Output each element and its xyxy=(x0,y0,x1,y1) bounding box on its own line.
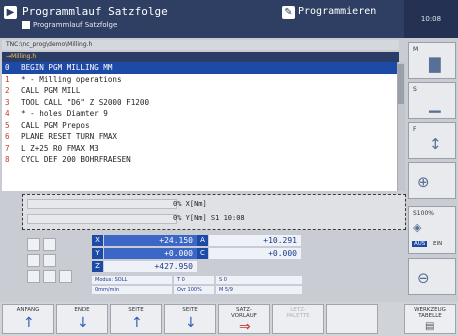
window-title: Programmlauf Satzfolge xyxy=(22,5,168,18)
arrow-down-icon: ↓ xyxy=(77,315,89,331)
override-icon: ◈ xyxy=(413,221,422,234)
aus-label: AUS xyxy=(412,241,428,247)
small-button[interactable] xyxy=(59,270,72,283)
program-listing[interactable]: 0 BEGIN PGM MILLING MM 1 * - Milling opera… xyxy=(2,62,399,191)
table-icon: ▤ xyxy=(425,321,435,332)
axis-x-label: X xyxy=(92,235,103,246)
right-softkey-plus[interactable]: ⊕ xyxy=(408,162,456,199)
softkey-anfang[interactable]: ANFANG ↑ xyxy=(2,304,54,334)
right-softkey-minus[interactable]: ⊖ xyxy=(408,258,456,295)
axis-z-label: Z xyxy=(92,261,103,272)
status-line-y: 0% Y[Nm] S1 10:08 xyxy=(173,214,245,222)
status-bar-y xyxy=(27,214,177,224)
softkey-satzvorlauf[interactable]: SATZ- VORLAUF ⇒ xyxy=(218,304,270,335)
file-path: TNC:\nc_prog\demo\Milling.h xyxy=(2,40,399,50)
clock: 10:08 xyxy=(404,0,458,38)
axis-c-value: +0.000 xyxy=(209,248,301,259)
small-button[interactable] xyxy=(27,270,40,283)
page-up-icon: ↑ xyxy=(131,315,143,331)
program-line[interactable]: 7L Z+25 R0 FMAX M3 xyxy=(2,143,399,155)
softkey-werkzeug-tabelle[interactable]: WERKZEUG TABELLE ▤ xyxy=(404,304,456,334)
page-down-icon: ↓ xyxy=(185,315,197,331)
spindle-icon: ▁ xyxy=(429,95,441,113)
softkey-empty[interactable] xyxy=(326,304,378,334)
mode-label[interactable]: Programmieren xyxy=(298,6,376,17)
ein-label: EIN xyxy=(433,241,443,247)
feed-info: 0mm/min xyxy=(92,286,172,294)
block-scan-icon: ⇒ xyxy=(239,319,251,335)
window-subtitle: Programmlauf Satzfolge xyxy=(33,21,118,29)
small-button[interactable] xyxy=(43,254,56,267)
right-softkey-m[interactable]: M ▇ xyxy=(408,42,456,79)
minus-icon: ⊖ xyxy=(417,269,430,287)
program-line[interactable]: 3 TOOL CALL "D6" Z S2000 F1200 xyxy=(2,97,399,109)
small-button[interactable] xyxy=(43,270,56,283)
softkey-seite-up[interactable]: SEITE ↑ xyxy=(110,304,162,334)
override-info: Ovr 100% xyxy=(174,286,214,294)
small-button[interactable] xyxy=(27,238,40,251)
axis-y-value: +0.000 xyxy=(104,248,197,259)
scroll-thumb[interactable] xyxy=(398,64,404,104)
status-bar-x xyxy=(27,199,177,209)
plus-icon: ⊕ xyxy=(417,173,430,191)
subtitle-icon xyxy=(22,21,30,29)
axis-a-label: A xyxy=(197,235,208,246)
status-line-x: 0% X[Nm] xyxy=(173,200,207,208)
machine-icon: ▇ xyxy=(429,55,441,73)
axis-a-value: +10.291 xyxy=(209,235,301,246)
program-line[interactable]: 2 CALL PGM MILL xyxy=(2,85,399,97)
feed-icon: ↕ xyxy=(429,135,442,153)
arrow-up-icon: ↑ xyxy=(23,315,35,331)
axis-x-value: +24.150 xyxy=(104,235,197,246)
right-softkey-s[interactable]: S ▁ xyxy=(408,82,456,119)
mode-info: Modus: SOLL xyxy=(92,276,172,284)
programming-mode-icon[interactable]: ✎ xyxy=(282,6,295,19)
softkey-ende[interactable]: ENDE ↓ xyxy=(56,304,108,334)
file-name: →Milling.h xyxy=(2,52,399,62)
program-line[interactable]: 6 PLANE RESET TURN FMAX xyxy=(2,131,399,143)
small-button[interactable] xyxy=(43,238,56,251)
program-line[interactable]: 0 BEGIN PGM MILLING MM xyxy=(2,62,399,74)
program-line[interactable]: 1 * - Milling operations xyxy=(2,74,399,86)
axis-y-label: Y xyxy=(92,248,103,259)
small-button[interactable] xyxy=(27,254,40,267)
spindle-info: S 0 xyxy=(216,276,302,284)
right-softkey-override[interactable]: S100% ◈ AUS EIN xyxy=(408,206,456,254)
softkey-letzte-palette[interactable]: LETZ- PALETTE xyxy=(272,304,324,334)
m-function-info: M 5/9 xyxy=(216,286,302,294)
program-line[interactable]: 8 CYCL DEF 200 BOHRFRAESEN xyxy=(2,154,399,166)
program-line[interactable]: 5 CALL PGM Prepos xyxy=(2,120,399,132)
program-line[interactable]: 4 * - holes Diamter 9 xyxy=(2,108,399,120)
run-mode-icon: ▶ xyxy=(4,6,17,19)
axis-z-value: +427.950 xyxy=(104,261,197,272)
status-panel: 0% X[Nm] 0% Y[Nm] S1 10:08 xyxy=(22,194,406,230)
axis-c-label: C xyxy=(197,248,208,259)
softkey-seite-down[interactable]: SEITE ↓ xyxy=(164,304,216,334)
right-softkey-f[interactable]: F ↕ xyxy=(408,122,456,159)
title-bar: ▶ Programmlauf Satzfolge Programmlauf Sa… xyxy=(0,0,458,38)
tool-info: T 0 xyxy=(174,276,214,284)
